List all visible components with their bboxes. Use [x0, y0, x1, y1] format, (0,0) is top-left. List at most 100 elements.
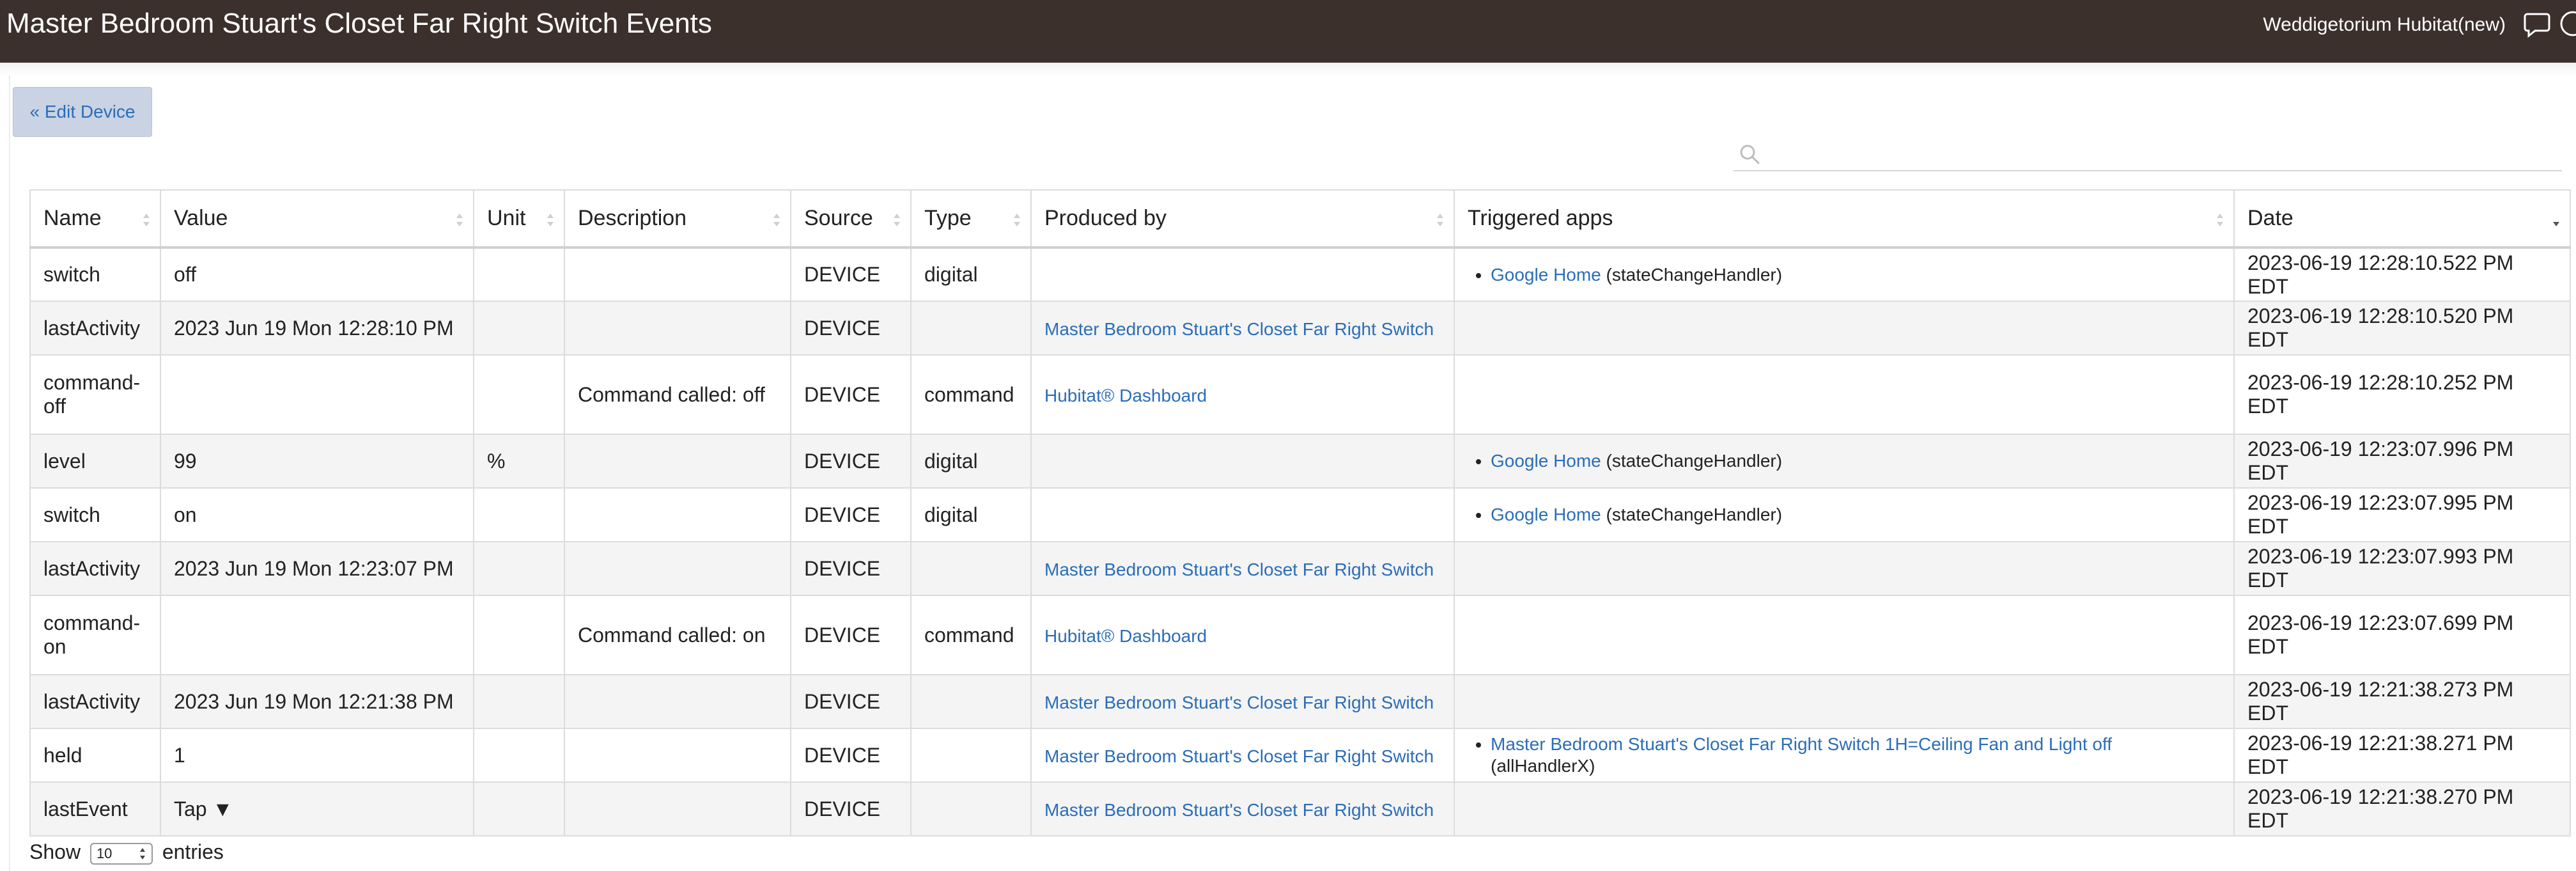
triggered-apps-list: Master Bedroom Stuart's Closet Far Right… [1468, 734, 2221, 777]
table-row[interactable]: held 1 DEVICE Master Bedroom Stuart's Cl… [29, 728, 2571, 783]
cell-produced-by: Hubitat® Dashboard [1030, 354, 1455, 435]
cell-date: 2023-06-19 12:23:07.996 PM EDT [2233, 434, 2571, 489]
table-row[interactable]: lastActivity 2023 Jun 19 Mon 12:21:38 PM… [29, 674, 2571, 729]
cell-date: 2023-06-19 12:23:07.995 PM EDT [2233, 487, 2571, 542]
cell-unit [473, 541, 565, 596]
sort-arrows-icon [772, 212, 781, 228]
produced-by-link[interactable]: Hubitat® Dashboard [1044, 386, 1207, 405]
triggered-app-link[interactable]: Google Home [1491, 265, 1601, 285]
produced-by-link[interactable]: Master Bedroom Stuart's Closet Far Right… [1044, 800, 1434, 820]
produced-by-link[interactable]: Master Bedroom Stuart's Closet Far Right… [1044, 693, 1434, 712]
triggered-apps-list: Google Home (stateChangeHandler) [1468, 264, 2221, 286]
column-header-source[interactable]: Source [790, 189, 912, 249]
cell-triggered-apps: Google Home (stateChangeHandler) [1454, 434, 2235, 489]
list-item: Google Home (stateChangeHandler) [1491, 264, 2221, 286]
cell-type: command [910, 354, 1032, 435]
cell-produced-by: Master Bedroom Stuart's Closet Far Right… [1030, 541, 1455, 596]
column-header-name[interactable]: Name [29, 189, 161, 249]
list-item: Google Home (stateChangeHandler) [1491, 504, 2221, 526]
cell-value: 2023 Jun 19 Mon 12:28:10 PM [160, 301, 474, 356]
help-circle-icon[interactable] [2558, 9, 2576, 38]
cell-date: 2023-06-19 12:21:38.273 PM EDT [2233, 674, 2571, 729]
triggered-app-link[interactable]: Google Home [1491, 451, 1601, 471]
column-header-type[interactable]: Type [910, 189, 1032, 249]
column-header-label: Description [578, 206, 687, 230]
cell-produced-by: Master Bedroom Stuart's Closet Far Right… [1030, 781, 1455, 836]
column-header-date[interactable]: Date [2233, 189, 2571, 249]
entries-select-value: 10 [96, 845, 113, 861]
cell-source: DEVICE [790, 434, 912, 489]
table-row[interactable]: command-on Command called: on DEVICE com… [29, 595, 2571, 675]
triggered-handler: (stateChangeHandler) [1606, 505, 1783, 524]
cell-name: level [29, 434, 161, 489]
produced-by-link[interactable]: Master Bedroom Stuart's Closet Far Right… [1044, 319, 1434, 339]
cell-name: lastActivity [29, 541, 161, 596]
table-row[interactable]: level 99 % DEVICE digital Google Home (s… [29, 434, 2571, 489]
chat-bubble-icon[interactable] [2522, 9, 2552, 38]
cell-unit [473, 247, 565, 302]
cell-source: DEVICE [790, 301, 912, 356]
triggered-app-link[interactable]: Google Home [1491, 505, 1601, 524]
triggered-handler: (allHandlerX) [1491, 756, 1595, 776]
table-row[interactable]: lastActivity 2023 Jun 19 Mon 12:23:07 PM… [29, 541, 2571, 596]
cell-triggered-apps: Google Home (stateChangeHandler) [1454, 487, 2235, 542]
column-header-label: Type [924, 206, 972, 230]
hub-name[interactable]: Weddigetorium Hubitat(new) [2263, 14, 2506, 36]
triggered-app-link[interactable]: Master Bedroom Stuart's Closet Far Right… [1491, 734, 2112, 754]
cell-source: DEVICE [790, 541, 912, 596]
cell-description [564, 247, 791, 302]
cell-value: 99 [160, 434, 474, 489]
page-title: Master Bedroom Stuart's Closet Far Right… [6, 8, 712, 39]
column-header-description[interactable]: Description [564, 189, 791, 249]
cell-description [564, 728, 791, 783]
search-box[interactable] [1734, 139, 2562, 171]
table-row[interactable]: command-off Command called: off DEVICE c… [29, 354, 2571, 435]
cell-unit [473, 301, 565, 356]
sort-arrows-icon [2215, 212, 2224, 228]
table-row[interactable]: lastEvent Tap ▼ DEVICE Master Bedroom St… [29, 781, 2571, 836]
column-header-unit[interactable]: Unit [473, 189, 565, 249]
cell-name: switch [29, 247, 161, 302]
cell-type: digital [910, 434, 1032, 489]
column-header-triggered-apps[interactable]: Triggered apps [1454, 189, 2235, 249]
sort-descending-icon [2552, 212, 2561, 228]
triggered-handler: (stateChangeHandler) [1606, 451, 1783, 471]
cell-produced-by: Hubitat® Dashboard [1030, 595, 1455, 675]
entries-label: entries [162, 840, 224, 863]
cell-unit [473, 595, 565, 675]
cell-unit [473, 354, 565, 435]
cell-value: 2023 Jun 19 Mon 12:21:38 PM [160, 674, 474, 729]
cell-description: Command called: on [564, 595, 791, 675]
sort-arrows-icon [892, 212, 901, 228]
cell-triggered-apps: Master Bedroom Stuart's Closet Far Right… [1454, 728, 2235, 783]
cell-value [160, 595, 474, 675]
column-header-label: Date [2247, 206, 2293, 230]
cell-name: command-off [29, 354, 161, 435]
cell-name: lastActivity [29, 674, 161, 729]
table-length-control: Show 10 entries [29, 839, 224, 865]
events-table: Name Value Unit Description Source Type … [29, 189, 2571, 836]
cell-name: lastActivity [29, 301, 161, 356]
column-header-produced-by[interactable]: Produced by [1030, 189, 1455, 249]
cell-source: DEVICE [790, 595, 912, 675]
cell-type [910, 541, 1032, 596]
cell-unit [473, 781, 565, 836]
search-icon [1737, 142, 1763, 168]
list-item: Google Home (stateChangeHandler) [1491, 450, 2221, 472]
column-header-label: Value [174, 206, 228, 230]
table-row[interactable]: lastActivity 2023 Jun 19 Mon 12:28:10 PM… [29, 301, 2571, 356]
edit-device-button[interactable]: « Edit Device [13, 87, 152, 137]
table-row[interactable]: switch on DEVICE digital Google Home (st… [29, 487, 2571, 542]
produced-by-link[interactable]: Master Bedroom Stuart's Closet Far Right… [1044, 746, 1434, 766]
table-row[interactable]: switch off DEVICE digital Google Home (s… [29, 247, 2571, 302]
cell-unit: % [473, 434, 565, 489]
cell-triggered-apps [1454, 541, 2235, 596]
column-header-value[interactable]: Value [160, 189, 474, 249]
entries-select[interactable]: 10 [89, 842, 153, 865]
produced-by-link[interactable]: Master Bedroom Stuart's Closet Far Right… [1044, 560, 1434, 579]
search-input[interactable] [1767, 139, 2556, 169]
cell-description [564, 487, 791, 542]
cell-unit [473, 728, 565, 783]
cell-description [564, 301, 791, 356]
produced-by-link[interactable]: Hubitat® Dashboard [1044, 626, 1207, 646]
